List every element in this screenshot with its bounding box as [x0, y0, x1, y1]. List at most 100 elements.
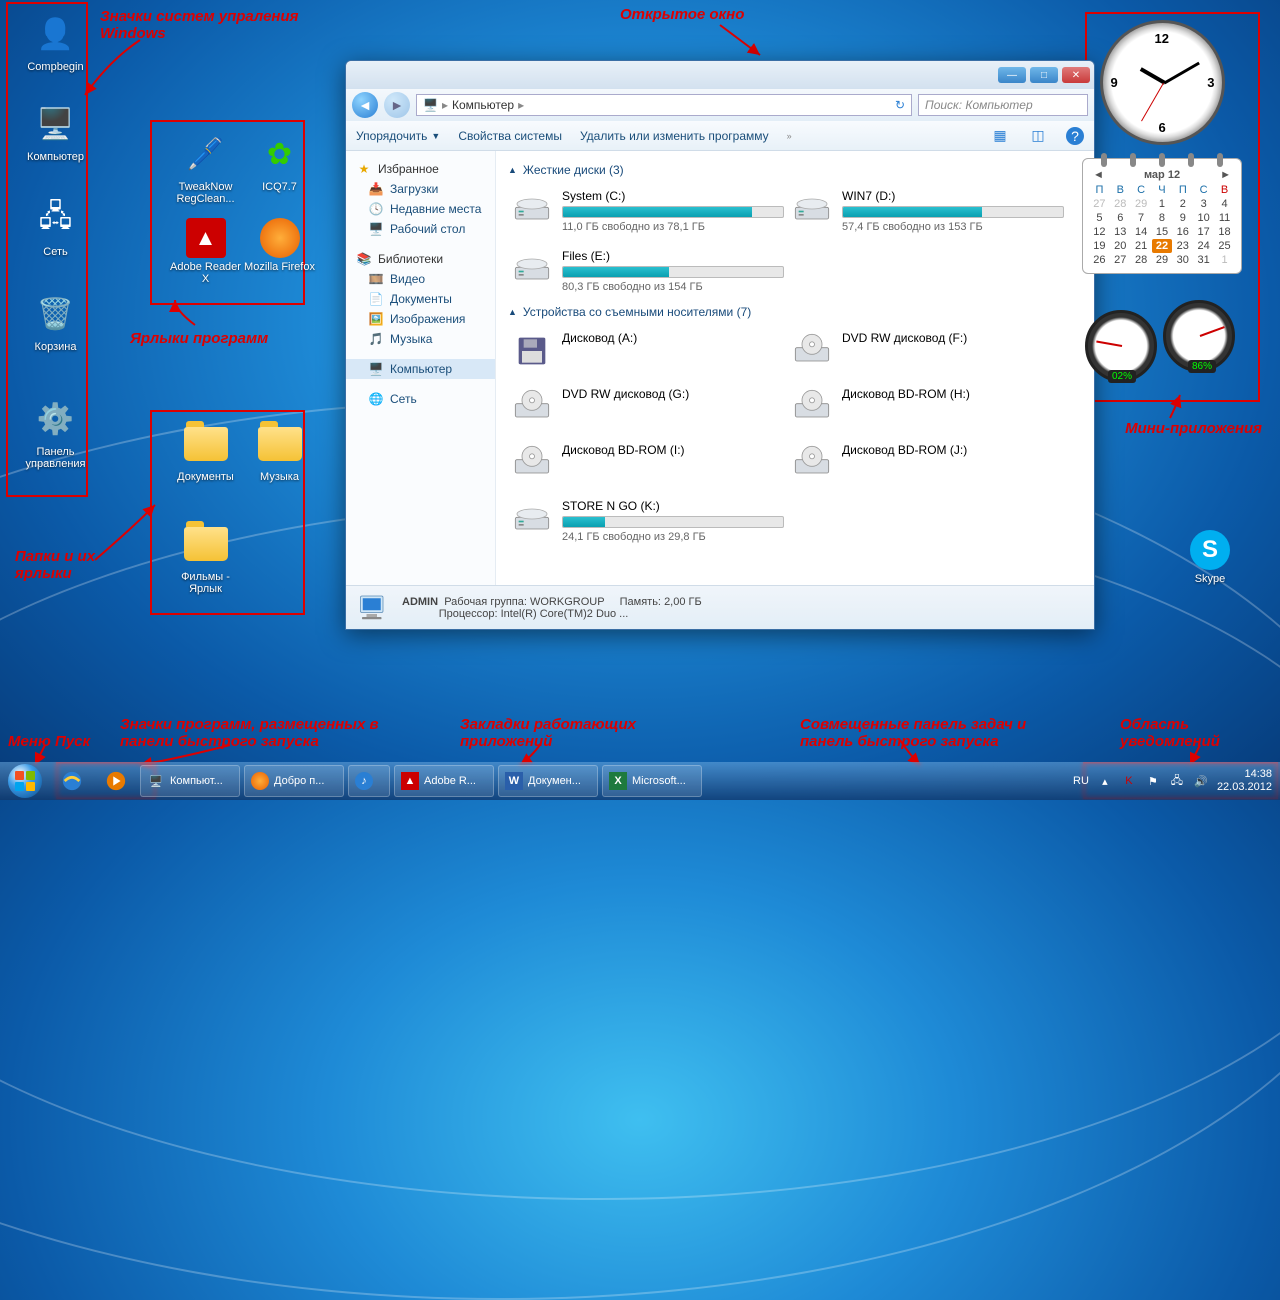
sidebar-video[interactable]: 🎞️Видео [346, 269, 495, 289]
computer-icon [356, 590, 392, 626]
view-icon[interactable]: ▦ [990, 126, 1010, 146]
taskbar: 🖥️Компьют... Добро п... ♪ ▲Adobe R... WД… [0, 762, 1280, 800]
removable-item[interactable]: Дисковод BD-ROM (I:) [508, 435, 788, 491]
address-bar: ◄ ► 🖥️ ▸ Компьютер ▸ ↻ Поиск: Компьютер [346, 89, 1094, 121]
task-adobe[interactable]: ▲Adobe R... [394, 765, 494, 797]
drive-icon [792, 331, 832, 371]
usb-icon [512, 499, 552, 539]
desktop-icon-controlpanel[interactable]: ⚙️Панель управления [18, 395, 93, 470]
drive-item[interactable]: WIN7 (D:) 57,4 ГБ свободно из 153 ГБ [788, 181, 1068, 241]
organize-button[interactable]: Упорядочить [356, 129, 427, 143]
desktop-folder-music[interactable]: Музыка [242, 420, 317, 483]
desktop-shortcut-tweaknow[interactable]: 🖊️TweakNow RegClean... [168, 130, 243, 205]
tray-kaspersky-icon[interactable]: K [1121, 773, 1137, 789]
tray-clock[interactable]: 14:3822.03.2012 [1217, 768, 1272, 794]
maximize-button[interactable]: □ [1030, 67, 1058, 83]
anno-running: Закладки работающих приложений [460, 716, 660, 750]
desktop-icon-computer[interactable]: 🖥️Компьютер [18, 100, 93, 163]
hard-drives-header[interactable]: ▲Жесткие диски (3) [508, 159, 1082, 181]
sidebar-pictures[interactable]: 🖼️Изображения [346, 309, 495, 329]
sidebar-downloads[interactable]: 📥Загрузки [346, 179, 495, 199]
sidebar-desktop[interactable]: 🖥️Рабочий стол [346, 219, 495, 239]
start-button[interactable] [0, 762, 50, 800]
drive-icon [512, 443, 552, 483]
anno-shortcuts: Ярлыки программ [130, 330, 268, 347]
tray-caret-icon[interactable]: ▴ [1097, 773, 1113, 789]
content-pane: ▲Жесткие диски (3) System (C:) 11,0 ГБ с… [496, 151, 1094, 585]
help-icon[interactable]: ? [1066, 127, 1084, 145]
back-button[interactable]: ◄ [352, 92, 378, 118]
anno-open-window: Открытое окно [620, 6, 744, 23]
task-firefox[interactable]: Добро п... [244, 765, 344, 797]
task-excel[interactable]: XMicrosoft... [602, 765, 702, 797]
favorites-header[interactable]: ★Избранное [346, 159, 495, 179]
removable-item[interactable]: Дисковод BD-ROM (J:) [788, 435, 1068, 491]
tray-flag-icon[interactable]: ⚑ [1145, 773, 1161, 789]
forward-button[interactable]: ► [384, 92, 410, 118]
uninstall-button[interactable]: Удалить или изменить программу [580, 129, 769, 143]
removable-drive[interactable]: STORE N GO (K:) 24,1 ГБ свободно из 29,8… [508, 491, 788, 551]
toolbar: Упорядочить▼ Свойства системы Удалить ил… [346, 121, 1094, 151]
task-explorer[interactable]: 🖥️Компьют... [140, 765, 240, 797]
preview-pane-icon[interactable]: ◫ [1028, 126, 1048, 146]
close-button[interactable]: ✕ [1062, 67, 1090, 83]
calendar-gadget[interactable]: ◄мар 12► ПВСЧПСВ272829123456789101112131… [1082, 158, 1242, 274]
breadcrumb[interactable]: 🖥️ ▸ Компьютер ▸ ↻ [416, 94, 912, 116]
anno-quick-launch: Значки программ, размещенных в панели бы… [120, 716, 400, 750]
anno-taskbar-combined: Совмещенные панель задач и панель быстро… [800, 716, 1030, 750]
desktop-shortcut-firefox[interactable]: Mozilla Firefox [242, 218, 317, 273]
desktop-folder-films-shortcut[interactable]: Фильмы - Ярлык [168, 520, 243, 595]
tray-volume-icon[interactable]: 🔊 [1193, 773, 1209, 789]
anno-sys-icons: Значки систем упраления Windows [100, 8, 300, 42]
desktop-shortcut-icq[interactable]: ✿ICQ7.7 [242, 130, 317, 193]
sidebar-music[interactable]: 🎵Музыка [346, 329, 495, 349]
pinned-ie[interactable] [51, 765, 93, 797]
task-itunes[interactable]: ♪ [348, 765, 390, 797]
desktop-icon-recyclebin[interactable]: 🗑️Корзина [18, 290, 93, 353]
sidebar-documents[interactable]: 📄Документы [346, 289, 495, 309]
explorer-window: — □ ✕ ◄ ► 🖥️ ▸ Компьютер ▸ ↻ Поиск: Комп… [345, 60, 1095, 630]
sidebar-computer[interactable]: 🖥️Компьютер [346, 359, 495, 379]
drive-icon [792, 387, 832, 427]
removable-item[interactable]: DVD RW дисковод (G:) [508, 379, 788, 435]
clock-gadget[interactable]: 123 69 [1100, 20, 1225, 145]
sidebar-network[interactable]: 🌐Сеть [346, 389, 495, 409]
system-tray: RU ▴ K ⚑ 🖧 🔊 14:3822.03.2012 [1065, 768, 1280, 794]
hdd-icon [792, 189, 832, 229]
desktop-icon-skype[interactable]: SSkype [1180, 530, 1240, 585]
sidebar-recent[interactable]: 🕓Недавние места [346, 199, 495, 219]
minimize-button[interactable]: — [998, 67, 1026, 83]
titlebar[interactable]: — □ ✕ [346, 61, 1094, 89]
task-word[interactable]: WДокумен... [498, 765, 598, 797]
drive-icon [512, 387, 552, 427]
desktop-shortcut-adobe[interactable]: ▲Adobe Reader X [168, 218, 243, 285]
desktop-icon-compbegin[interactable]: 👤Compbegin [18, 10, 93, 73]
drive-item[interactable]: System (C:) 11,0 ГБ свободно из 78,1 ГБ [508, 181, 788, 241]
cpu-meter-gadget[interactable]: 02% 86% [1085, 300, 1235, 390]
drive-item[interactable]: Files (E:) 80,3 ГБ свободно из 154 ГБ [508, 241, 788, 301]
desktop-icon-network[interactable]: 🖧Сеть [18, 195, 93, 258]
pinned-mediaplayer[interactable] [95, 765, 137, 797]
removable-header[interactable]: ▲Устройства со съемными носителями (7) [508, 301, 1082, 323]
removable-item[interactable]: Дисковод (A:) [508, 323, 788, 379]
anno-folders: Папки и их ярлыки [15, 548, 105, 582]
status-bar: ADMIN Рабочая группа: WORKGROUP Память: … [346, 585, 1094, 629]
hdd-icon [512, 249, 552, 289]
libraries-header[interactable]: 📚Библиотеки [346, 249, 495, 269]
removable-item[interactable]: DVD RW дисковод (F:) [788, 323, 1068, 379]
search-input[interactable]: Поиск: Компьютер [918, 94, 1088, 116]
drive-icon [512, 331, 552, 371]
properties-button[interactable]: Свойства системы [458, 129, 562, 143]
removable-item[interactable]: Дисковод BD-ROM (H:) [788, 379, 1068, 435]
anno-notif: Область уведомлений [1120, 716, 1250, 750]
tray-lang[interactable]: RU [1073, 775, 1089, 787]
tray-network-icon[interactable]: 🖧 [1169, 773, 1185, 789]
drive-icon [792, 443, 832, 483]
hdd-icon [512, 189, 552, 229]
anno-gadgets: Мини-приложения [1125, 420, 1262, 437]
desktop-folder-documents[interactable]: Документы [168, 420, 243, 483]
refresh-icon[interactable]: ↻ [895, 98, 905, 112]
anno-start: Меню Пуск [8, 733, 90, 750]
status-user: ADMIN [402, 596, 438, 608]
computer-icon: 🖥️ [423, 98, 438, 112]
